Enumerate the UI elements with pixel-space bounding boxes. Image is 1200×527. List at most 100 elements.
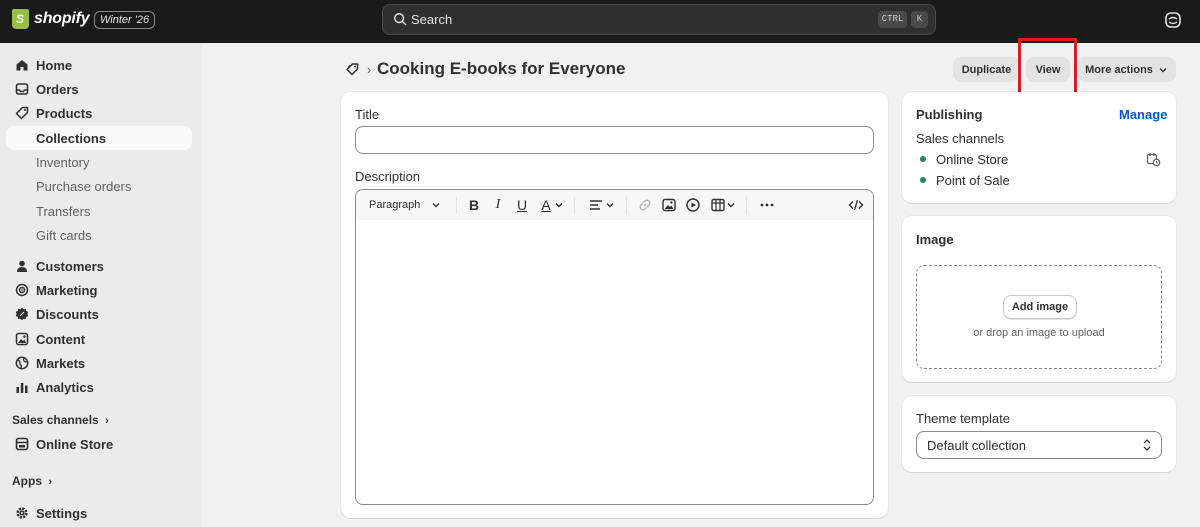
shopify-bag-icon — [12, 9, 29, 29]
sales-channels-label: Sales channels — [916, 131, 1005, 146]
theme-template-label: Theme template — [916, 411, 1010, 426]
search-icon — [394, 13, 407, 26]
inbox-icon — [15, 83, 29, 95]
top-bar: shopify Winter '26 Search CTRL K — [0, 0, 1200, 43]
tag-icon — [15, 106, 29, 120]
sidebar-item-purchase-orders[interactable]: Purchase orders — [36, 179, 131, 194]
sidebar-item-label: Home — [36, 58, 73, 73]
toolbar-divider — [574, 197, 575, 214]
link-icon[interactable] — [637, 197, 653, 213]
sidebar-item-label: Analytics — [36, 380, 94, 395]
sidebar-section-sales-channels[interactable]: Sales channels › — [12, 413, 109, 427]
image-drop-zone[interactable]: Add image or drop an image to upload — [916, 265, 1162, 369]
theme-template-select[interactable]: Default collection — [916, 431, 1162, 459]
sidebar-item-label: Discounts — [36, 307, 99, 322]
home-icon — [16, 60, 28, 71]
collection-tag-icon[interactable] — [345, 62, 360, 77]
sidebar-item-online-store[interactable]: Online Store — [6, 432, 192, 456]
toolbar-divider — [456, 197, 457, 214]
sidebar-item-collections[interactable]: Collections — [6, 126, 192, 150]
shortcut-k-key: K — [911, 11, 928, 28]
underline-icon[interactable]: U — [514, 197, 530, 213]
edition-badge[interactable]: Winter '26 — [94, 11, 156, 29]
sidebar-item-gift-cards[interactable]: Gift cards — [36, 228, 92, 243]
sidebar-item-label: Marketing — [36, 283, 98, 298]
duplicate-button[interactable]: Duplicate — [953, 57, 1020, 82]
publishing-card: Publishing Manage Sales channels Online … — [902, 92, 1176, 203]
view-button-highlight — [1018, 38, 1077, 95]
code-view-icon[interactable] — [848, 197, 864, 213]
add-image-button[interactable]: Add image — [1003, 295, 1077, 319]
chevron-down-icon[interactable] — [605, 198, 615, 212]
sidebar-item-discounts[interactable]: Discounts — [6, 302, 192, 326]
sidebar-item-customers[interactable]: Customers — [6, 254, 192, 278]
description-editor[interactable]: Paragraph B I U A — [355, 189, 874, 505]
channel-online-store: Online Store — [936, 152, 1009, 167]
sidebar-item-markets[interactable]: Markets — [6, 351, 192, 375]
sidebar-item-label: Online Store — [36, 437, 114, 452]
image-icon[interactable] — [661, 197, 677, 213]
chevron-right-icon: › — [48, 476, 53, 488]
chevron-down-icon[interactable] — [554, 198, 564, 212]
channel-point-of-sale: Point of Sale — [936, 173, 1010, 188]
italic-icon[interactable]: I — [490, 197, 506, 213]
sidebar-item-marketing[interactable]: Marketing — [6, 278, 192, 302]
sidebar-item-label: Collections — [36, 131, 107, 146]
brand-name: shopify — [34, 10, 90, 27]
sidebar-item-home[interactable]: Home — [6, 53, 192, 77]
collection-details-card: Title Description Paragraph B I U A — [341, 92, 888, 518]
title-label: Title — [355, 107, 380, 122]
sidebar-item-inventory[interactable]: Inventory — [36, 155, 89, 170]
content-icon — [15, 332, 29, 346]
channel-status-dot — [920, 177, 926, 183]
drop-hint: or drop an image to upload — [973, 327, 1105, 339]
paragraph-format-select[interactable]: Paragraph — [369, 199, 420, 211]
theme-template-card: Theme template Default collection — [902, 396, 1176, 472]
bold-icon[interactable]: B — [466, 197, 482, 213]
more-options-icon[interactable] — [759, 197, 775, 213]
section-label: Sales channels — [12, 413, 99, 427]
manage-link[interactable]: Manage — [1119, 107, 1167, 122]
section-label: Apps — [12, 474, 42, 488]
search-bar[interactable]: Search CTRL K — [382, 4, 936, 35]
sidebar-section-apps[interactable]: Apps › — [12, 474, 52, 488]
align-left-icon[interactable] — [588, 197, 604, 213]
sidebar-item-label: Orders — [36, 82, 79, 97]
publishing-heading: Publishing — [916, 107, 983, 122]
theme-template-value: Default collection — [927, 438, 1026, 453]
sidebar: Home Orders Products Collections Invento… — [0, 43, 202, 527]
calendar-clock-icon[interactable] — [1146, 152, 1161, 167]
sidebar-item-settings[interactable]: Settings — [6, 501, 192, 525]
table-icon[interactable] — [710, 197, 726, 213]
text-color-icon[interactable]: A — [538, 197, 554, 213]
storefront-icon — [15, 437, 29, 451]
sidebar-item-label: Markets — [36, 356, 86, 371]
chart-icon — [16, 383, 28, 393]
page-title: Cooking E-books for Everyone — [377, 59, 626, 78]
sidebar-item-transfers[interactable]: Transfers — [36, 204, 90, 219]
toolbar-divider — [746, 197, 747, 214]
sidebar-item-orders[interactable]: Orders — [6, 77, 192, 101]
more-actions-button[interactable]: More actions — [1077, 57, 1176, 82]
shortcut-ctrl-key: CTRL — [878, 11, 907, 28]
sidebar-item-label: Settings — [36, 506, 88, 521]
image-heading: Image — [916, 232, 954, 247]
sidebar-item-products[interactable]: Products — [6, 101, 192, 125]
sidebar-item-analytics[interactable]: Analytics — [6, 375, 192, 399]
channel-status-dot — [920, 156, 926, 162]
sidebar-item-label: Products — [36, 106, 93, 121]
person-icon — [17, 260, 27, 272]
toolbar-divider — [626, 197, 627, 214]
video-icon[interactable] — [685, 197, 701, 213]
title-input[interactable] — [355, 126, 874, 154]
sidebar-item-content[interactable]: Content — [6, 327, 192, 351]
chevron-down-icon[interactable] — [431, 198, 441, 212]
globe-icon — [15, 356, 29, 370]
target-icon — [15, 283, 29, 297]
shopify-logo[interactable]: shopify — [12, 9, 90, 29]
editor-toolbar: Paragraph B I U A — [356, 190, 873, 220]
store-menu-icon[interactable] — [1164, 11, 1182, 29]
chevron-down-icon[interactable] — [726, 198, 736, 212]
search-placeholder: Search — [411, 12, 453, 27]
chevron-down-icon — [1159, 67, 1167, 72]
